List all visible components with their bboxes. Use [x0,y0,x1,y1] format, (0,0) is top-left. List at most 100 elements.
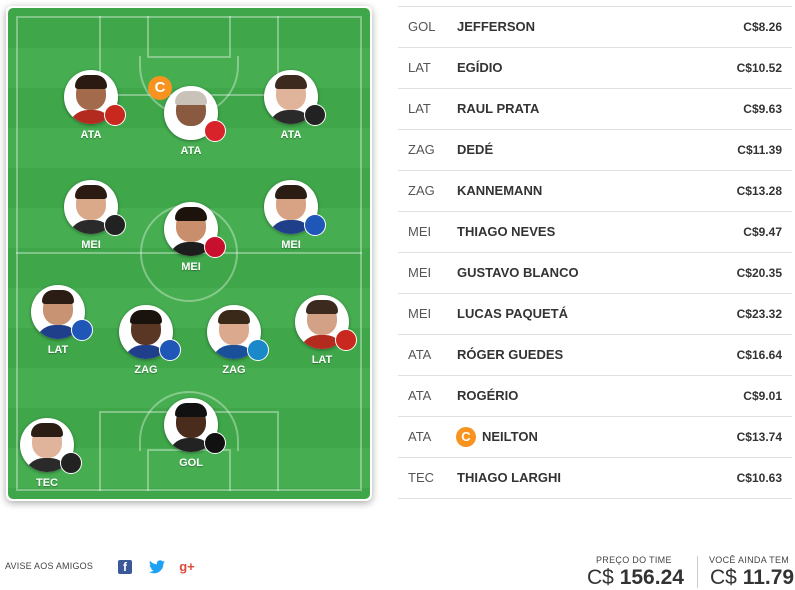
cruzeiro-crest-icon [159,339,181,361]
player-row-position: GOL [408,19,436,34]
player-row[interactable]: MEI THIAGO NEVES C$9.47 [398,212,792,253]
player-hair [175,207,207,221]
player-row-position: ATA [408,429,432,444]
player-row-price: C$9.47 [743,225,782,239]
field-player-ata-right[interactable]: ATA [262,70,326,150]
lineup-field-card: ATA ATA C ATA MEI MEI MEI LAT ZAG ZAG LAT TEC GOL [6,6,372,501]
player-row[interactable]: MEI LUCAS PAQUETÁ C$23.32 [398,294,792,335]
player-hair [175,403,207,417]
player-position-label: TEC [36,477,58,489]
player-hair [275,75,307,89]
player-row-name: LUCAS PAQUETÁ [457,306,568,321]
field-player-ata-left[interactable]: ATA [62,70,126,150]
atletico-mg-crest-icon [104,214,126,236]
cruzeiro-crest-icon [71,319,93,341]
player-hair [42,290,74,304]
google-plus-icon[interactable]: g+ [178,560,196,574]
field-player-mei-left[interactable]: MEI [62,180,126,260]
player-row-name: RAUL PRATA [457,101,540,116]
player-row[interactable]: ZAG KANNEMANN C$13.28 [398,171,792,212]
team-price-currency: C$ [587,566,614,589]
player-position-label: LAT [311,354,333,366]
botafogo-crest-icon [204,432,226,454]
player-hair [306,300,338,314]
player-row[interactable]: ATA C NEILTON C$13.74 [398,417,792,458]
remaining-budget-amount: 11.79 [742,566,795,589]
player-row-position: MEI [408,265,432,280]
captain-badge-icon: C [456,427,476,447]
player-row[interactable]: ATA RÓGER GUEDES C$16.64 [398,335,792,376]
team-price-amount: 156.24 [619,566,684,589]
player-row-price: C$9.63 [743,102,782,116]
field-player-lat-left[interactable]: LAT [29,285,93,365]
player-position-label: MEI [281,239,301,251]
player-hair [218,310,250,324]
field-player-lat-right[interactable]: LAT [293,295,357,375]
player-row-price: C$13.28 [736,184,782,198]
player-position-label: ATA [180,145,202,157]
twitter-icon[interactable] [148,560,166,574]
player-row[interactable]: MEI GUSTAVO BLANCO C$20.35 [398,253,792,294]
player-row[interactable]: ZAG DEDÉ C$11.39 [398,130,792,171]
field-player-zag-left[interactable]: ZAG [117,305,181,385]
remaining-budget-value: C$ 11.79 [710,566,794,590]
remaining-budget-currency: C$ [710,566,737,589]
player-row-position: MEI [408,224,432,239]
player-position-label: MEI [81,239,101,251]
player-row[interactable]: LAT RAUL PRATA C$9.63 [398,89,792,130]
player-position-label: ATA [80,129,102,141]
atletico-mg-crest-icon [304,104,326,126]
field-player-mei-right[interactable]: MEI [262,180,326,260]
player-row[interactable]: LAT EGÍDIO C$10.52 [398,48,792,89]
player-row-position: ZAG [408,183,435,198]
player-row-name: THIAGO LARGHI [457,470,561,485]
player-row[interactable]: ATA ROGÉRIO C$9.01 [398,376,792,417]
facebook-icon[interactable]: f [118,560,132,574]
player-row-name: RÓGER GUEDES [457,347,564,362]
player-position-label: GOL [179,457,203,469]
share-label: AVISE AOS AMIGOS [5,561,94,571]
sport-recife-crest-icon [335,329,357,351]
sport-recife-crest-icon [104,104,126,126]
atletico-mg-crest-icon [60,452,82,474]
player-row[interactable]: TEC THIAGO LARGHI C$10.63 [398,458,792,499]
goal-area-top [147,16,231,58]
player-position-label: LAT [47,344,69,356]
player-row-position: LAT [408,60,431,75]
gremio-crest-icon [247,339,269,361]
player-position-label: MEI [181,261,201,273]
player-row-name: THIAGO NEVES [457,224,556,239]
player-row-name: GUSTAVO BLANCO [457,265,579,280]
player-row-price: C$10.63 [736,471,782,485]
player-row-name: ROGÉRIO [457,388,519,403]
player-row-position: LAT [408,101,431,116]
player-position-label: ZAG [134,364,158,376]
field-player-gol[interactable]: GOL [162,398,226,478]
team-price-value: C$ 156.24 [587,566,684,590]
team-price-label: PREÇO DO TIME [596,555,672,565]
player-row[interactable]: GOL JEFFERSON C$8.26 [398,6,792,48]
field-player-ata-center[interactable]: ATA [162,86,226,166]
vitoria-crest-icon [204,120,226,142]
player-row-price: C$8.26 [743,20,782,34]
footer-divider [697,556,698,588]
captain-badge-icon: C [148,76,172,100]
player-row-name: EGÍDIO [457,60,503,75]
player-hair [275,185,307,199]
player-row-name: NEILTON [482,429,538,444]
flamengo-crest-icon [204,236,226,258]
cruzeiro-crest-icon [304,214,326,236]
player-row-price: C$10.52 [736,61,782,75]
player-position-label: ATA [280,129,302,141]
player-row-price: C$9.01 [743,389,782,403]
player-row-name: JEFFERSON [457,19,536,34]
soccer-field: ATA ATA C ATA MEI MEI MEI LAT ZAG ZAG LAT TEC GOL [8,8,370,499]
player-hair [31,423,63,437]
field-player-zag-right[interactable]: ZAG [205,305,269,385]
player-row-name: DEDÉ [457,142,494,157]
player-list: GOL JEFFERSON C$8.26 LAT EGÍDIO C$10.52 LAT RAU… [398,6,792,499]
field-player-tec[interactable]: TEC [18,418,82,498]
player-row-price: C$16.64 [736,348,782,362]
field-player-mei-center[interactable]: MEI [162,202,226,282]
player-row-price: C$11.39 [737,143,782,157]
